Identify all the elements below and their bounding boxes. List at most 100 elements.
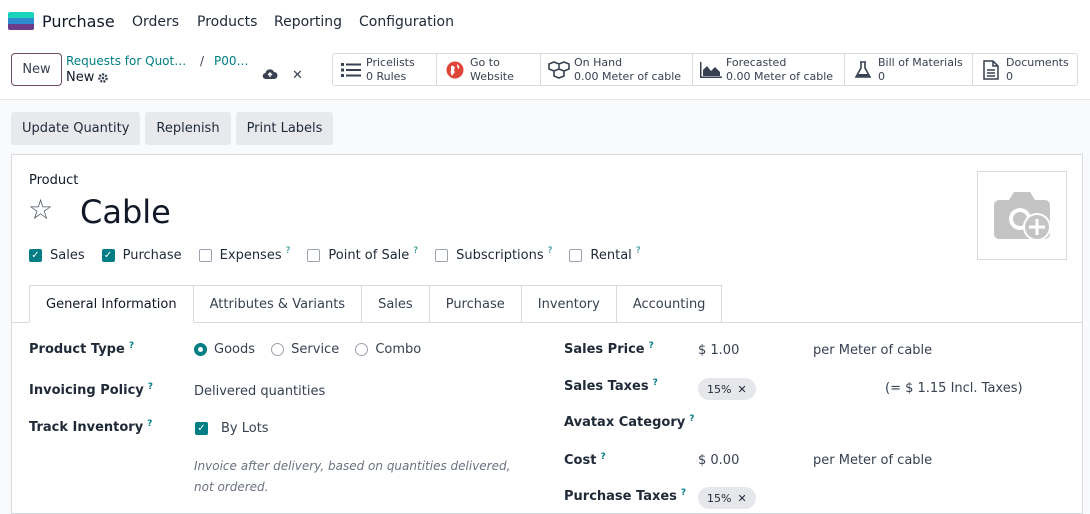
breadcrumb-parent[interactable]: Requests for Quot… [66, 54, 186, 68]
tab-purchase[interactable]: Purchase [429, 285, 522, 323]
breadcrumb-current-label: New [66, 70, 95, 85]
menu-configuration[interactable]: Configuration [359, 14, 454, 30]
stat-button-documents[interactable]: Documents 0 [973, 54, 1077, 85]
checkbox-unchecked-icon[interactable] [435, 249, 449, 262]
tab-sales[interactable]: Sales [362, 285, 430, 323]
purchase-tax-tag[interactable]: 15% ✕ [698, 487, 756, 509]
help-tooltip-icon[interactable]: ? [129, 341, 134, 351]
replenish-button[interactable]: Replenish [145, 112, 231, 145]
help-tooltip-icon[interactable]: ? [689, 414, 694, 424]
checkbox-unchecked-icon[interactable] [569, 249, 583, 262]
flag-rental[interactable]: Rental ? [569, 246, 641, 263]
sales-price-unit: per Meter of cable [813, 343, 933, 358]
stat-label: Forecasted [726, 55, 787, 69]
menu-orders[interactable]: Orders [132, 14, 179, 30]
help-tooltip-icon[interactable]: ? [600, 452, 605, 462]
tag-label: 15% [707, 382, 732, 396]
stat-value: 0 [878, 69, 885, 83]
print-labels-button[interactable]: Print Labels [235, 112, 334, 145]
help-tooltip-icon[interactable]: ? [653, 378, 658, 388]
flag-label: Rental [590, 248, 632, 263]
purchase-taxes-label: Purchase Taxes? [564, 488, 686, 504]
flag-point-of-sale[interactable]: Point of Sale ? [307, 246, 418, 263]
track-inventory-label: Track Inventory? [29, 419, 152, 435]
breadcrumb-current: New [66, 70, 109, 85]
help-tooltip-icon[interactable]: ? [681, 488, 686, 498]
gear-icon[interactable] [97, 72, 109, 84]
checkbox-checked-icon[interactable]: ✓ [29, 249, 42, 262]
cost-input[interactable]: $ 0.00 [698, 453, 739, 468]
flag-expenses[interactable]: Expenses ? [198, 246, 291, 263]
tab-accounting[interactable]: Accounting [616, 285, 723, 323]
product-type-label: Product Type? [29, 341, 134, 357]
stat-value: 0 Rules [366, 69, 407, 83]
stat-button-bom[interactable]: Bill of Materials 0 [845, 54, 973, 85]
invoicing-policy-label: Invoicing Policy? [29, 382, 153, 398]
form-sheet: Product ☆ Cable ✓ Sales ✓ Purchase Expen… [11, 154, 1083, 514]
tab-attributes-variants[interactable]: Attributes & Variants [193, 285, 363, 323]
purchase-taxes-label-text: Purchase Taxes [564, 489, 677, 504]
notebook-tabs: General Information Attributes & Variant… [29, 285, 723, 323]
flag-sales[interactable]: ✓ Sales [29, 248, 85, 263]
radio-selected-icon[interactable] [194, 343, 207, 356]
cost-unit: per Meter of cable [813, 453, 933, 468]
radio-service[interactable]: Service [271, 342, 339, 357]
track-inventory-label-text: Track Inventory [29, 420, 144, 435]
radio-unselected-icon[interactable] [355, 343, 369, 356]
tag-remove-icon[interactable]: ✕ [737, 383, 746, 396]
sales-tax-tag[interactable]: 15% ✕ [698, 378, 756, 400]
menu-reporting[interactable]: Reporting [274, 14, 342, 30]
sales-taxes-label-text: Sales Taxes [564, 379, 649, 394]
area-chart-icon [699, 61, 723, 78]
checkbox-unchecked-icon[interactable] [198, 249, 212, 262]
radio-combo[interactable]: Combo [355, 342, 421, 357]
help-tooltip-icon[interactable]: ? [413, 246, 418, 256]
flag-label: Subscriptions [456, 248, 544, 263]
flask-icon [851, 60, 875, 79]
stat-button-pricelists[interactable]: Pricelists 0 Rules [333, 54, 437, 85]
sales-price-input[interactable]: $ 1.00 [698, 343, 739, 358]
sales-taxes-included: (= $ 1.15 Incl. Taxes) [885, 381, 1023, 396]
globe-icon [443, 61, 467, 79]
discard-close-icon[interactable]: ✕ [292, 68, 303, 83]
app-name[interactable]: Purchase [42, 12, 115, 31]
track-inventory-select[interactable]: By Lots [221, 421, 269, 436]
help-tooltip-icon[interactable]: ? [147, 419, 152, 429]
help-tooltip-icon[interactable]: ? [636, 246, 641, 256]
stat-button-on-hand[interactable]: On Hand 0.00 Meter of cable [541, 54, 693, 85]
sales-price-label-text: Sales Price [564, 342, 645, 357]
radio-goods[interactable]: Goods [194, 342, 255, 357]
save-cloud-icon[interactable] [262, 68, 278, 84]
stat-value: 0.00 Meter of cable [574, 69, 682, 83]
tab-general-information[interactable]: General Information [29, 285, 194, 323]
product-name-input[interactable]: Cable [80, 193, 171, 231]
breadcrumb-second[interactable]: P00… [214, 54, 249, 68]
new-button[interactable]: New [11, 53, 62, 86]
favorite-star-icon[interactable]: ☆ [28, 195, 53, 225]
stat-button-forecasted[interactable]: Forecasted 0.00 Meter of cable [693, 54, 845, 85]
top-navbar: Purchase Orders Products Reporting Confi… [0, 0, 1090, 44]
tag-remove-icon[interactable]: ✕ [737, 492, 746, 505]
help-tooltip-icon[interactable]: ? [148, 382, 153, 392]
checkbox-checked-icon[interactable]: ✓ [195, 422, 208, 435]
radio-unselected-icon[interactable] [271, 343, 285, 356]
menu-products[interactable]: Products [197, 14, 257, 30]
help-tooltip-icon[interactable]: ? [649, 341, 654, 351]
help-tooltip-icon[interactable]: ? [548, 246, 553, 256]
invoicing-policy-select[interactable]: Delivered quantities [194, 384, 325, 399]
update-quantity-button[interactable]: Update Quantity [11, 112, 141, 145]
help-tooltip-icon[interactable]: ? [286, 246, 291, 256]
app-logo-icon[interactable] [8, 12, 34, 30]
sales-taxes-label: Sales Taxes? [564, 378, 658, 394]
flag-label: Purchase [122, 248, 182, 263]
checkbox-unchecked-icon[interactable] [307, 249, 321, 262]
checkbox-checked-icon[interactable]: ✓ [101, 249, 115, 262]
flag-purchase[interactable]: ✓ Purchase [101, 248, 182, 263]
stat-button-website[interactable]: Go to Website [437, 54, 541, 85]
tab-inventory[interactable]: Inventory [521, 285, 617, 323]
radio-label: Goods [214, 342, 256, 357]
product-image-upload[interactable] [977, 171, 1067, 260]
cost-label: Cost? [564, 452, 606, 468]
stat-label: Bill of Materials [878, 55, 963, 69]
flag-subscriptions[interactable]: Subscriptions ? [435, 246, 553, 263]
